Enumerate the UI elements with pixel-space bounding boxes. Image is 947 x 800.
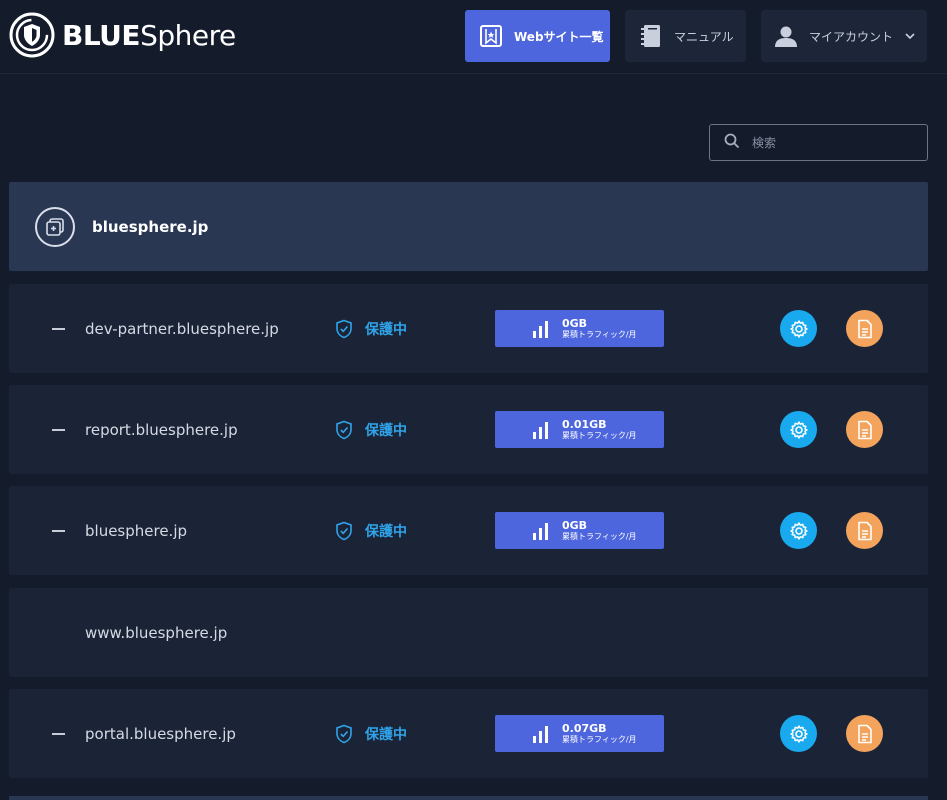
manual-nav-label: マニュアル	[674, 29, 734, 44]
traffic-value: 0.01GB	[562, 417, 607, 431]
settings-button[interactable]	[780, 411, 817, 448]
websites-nav-label: Webサイト一覧	[514, 29, 604, 44]
domain-name[interactable]: portal.bluesphere.jp	[85, 689, 236, 778]
status-badge: 保護中	[334, 689, 407, 778]
row-dash	[52, 733, 65, 735]
domain-group-header[interactable]: bluesphere.jp	[9, 182, 928, 271]
gear-icon	[789, 724, 808, 743]
traffic-button[interactable]: 0.01GB 累積トラフィック/月	[495, 411, 664, 448]
shield-check-icon	[336, 420, 352, 439]
traffic-label: 累積トラフィック/月	[562, 329, 637, 339]
account-nav-label: マイアカウント	[809, 29, 894, 44]
status-badge: 保護中	[334, 486, 407, 575]
domain-name[interactable]: bluesphere.jp	[85, 486, 187, 575]
traffic-button[interactable]: 0.07GB 累積トラフィック/月	[495, 715, 664, 752]
document-icon	[857, 420, 872, 439]
status-badge: 保護中	[334, 385, 407, 474]
document-icon	[857, 724, 872, 743]
search-icon	[724, 133, 740, 153]
status-badge: 保護中	[334, 284, 407, 373]
report-button[interactable]	[846, 310, 883, 347]
shield-check-icon	[336, 724, 352, 743]
domain-group-name: bluesphere.jp	[92, 217, 209, 236]
shield-check-icon	[336, 319, 352, 338]
domain-name[interactable]: dev-partner.bluesphere.jp	[85, 284, 279, 373]
domain-row: www.bluesphere.jp	[9, 588, 928, 677]
settings-button[interactable]	[780, 715, 817, 752]
domain-name[interactable]: www.bluesphere.jp	[85, 588, 227, 677]
traffic-value: 0GB	[562, 518, 588, 532]
bookmark-star-icon	[478, 23, 504, 49]
signal-bars-icon	[533, 421, 548, 439]
top-header: BLUESphere Webサイト一覧 マニュアル マイアカウント	[0, 0, 947, 74]
status-text: 保護中	[365, 321, 407, 338]
status-text: 保護中	[365, 726, 407, 743]
status-text: 保護中	[365, 422, 407, 439]
row-dash	[52, 530, 65, 532]
settings-button[interactable]	[780, 310, 817, 347]
chevron-down-icon	[905, 30, 915, 43]
document-icon	[857, 319, 872, 338]
gear-icon	[789, 319, 808, 338]
traffic-label: 累積トラフィック/月	[562, 430, 637, 440]
logo-text: BLUESphere	[62, 18, 236, 52]
report-button[interactable]	[846, 411, 883, 448]
manual-nav-button[interactable]: マニュアル	[625, 10, 746, 62]
gear-icon	[789, 521, 808, 540]
signal-bars-icon	[533, 725, 548, 743]
domain-row: bluesphere.jp 保護中 0GB 累積トラフィック/月	[9, 486, 928, 575]
next-group-header	[9, 796, 928, 800]
traffic-label: 累積トラフィック/月	[562, 734, 637, 744]
gear-icon	[789, 420, 808, 439]
traffic-value: 0GB	[562, 316, 588, 330]
domain-name[interactable]: report.bluesphere.jp	[85, 385, 238, 474]
websites-nav-button[interactable]: Webサイト一覧	[465, 10, 610, 62]
search-box	[709, 124, 928, 161]
copy-add-icon	[35, 206, 75, 247]
row-dash	[52, 429, 65, 431]
notebook-icon	[638, 23, 664, 49]
document-icon	[857, 521, 872, 540]
signal-bars-icon	[533, 320, 548, 338]
shield-sphere-logo-icon	[9, 12, 55, 58]
search-input[interactable]	[752, 135, 912, 150]
user-icon	[773, 23, 799, 49]
domain-row: dev-partner.bluesphere.jp 保護中 0GB 累積トラフィ…	[9, 284, 928, 373]
report-button[interactable]	[846, 512, 883, 549]
report-button[interactable]	[846, 715, 883, 752]
account-nav-button[interactable]: マイアカウント	[761, 10, 927, 62]
status-text: 保護中	[365, 523, 407, 540]
traffic-label: 累積トラフィック/月	[562, 531, 637, 541]
domain-row: portal.bluesphere.jp 保護中 0.07GB 累積トラフィック…	[9, 689, 928, 778]
signal-bars-icon	[533, 522, 548, 540]
shield-check-icon	[336, 521, 352, 540]
settings-button[interactable]	[780, 512, 817, 549]
traffic-button[interactable]: 0GB 累積トラフィック/月	[495, 512, 664, 549]
traffic-button[interactable]: 0GB 累積トラフィック/月	[495, 310, 664, 347]
traffic-value: 0.07GB	[562, 721, 607, 735]
domain-row: report.bluesphere.jp 保護中 0.01GB 累積トラフィック…	[9, 385, 928, 474]
logo[interactable]: BLUESphere	[8, 11, 236, 59]
row-dash	[52, 328, 65, 330]
